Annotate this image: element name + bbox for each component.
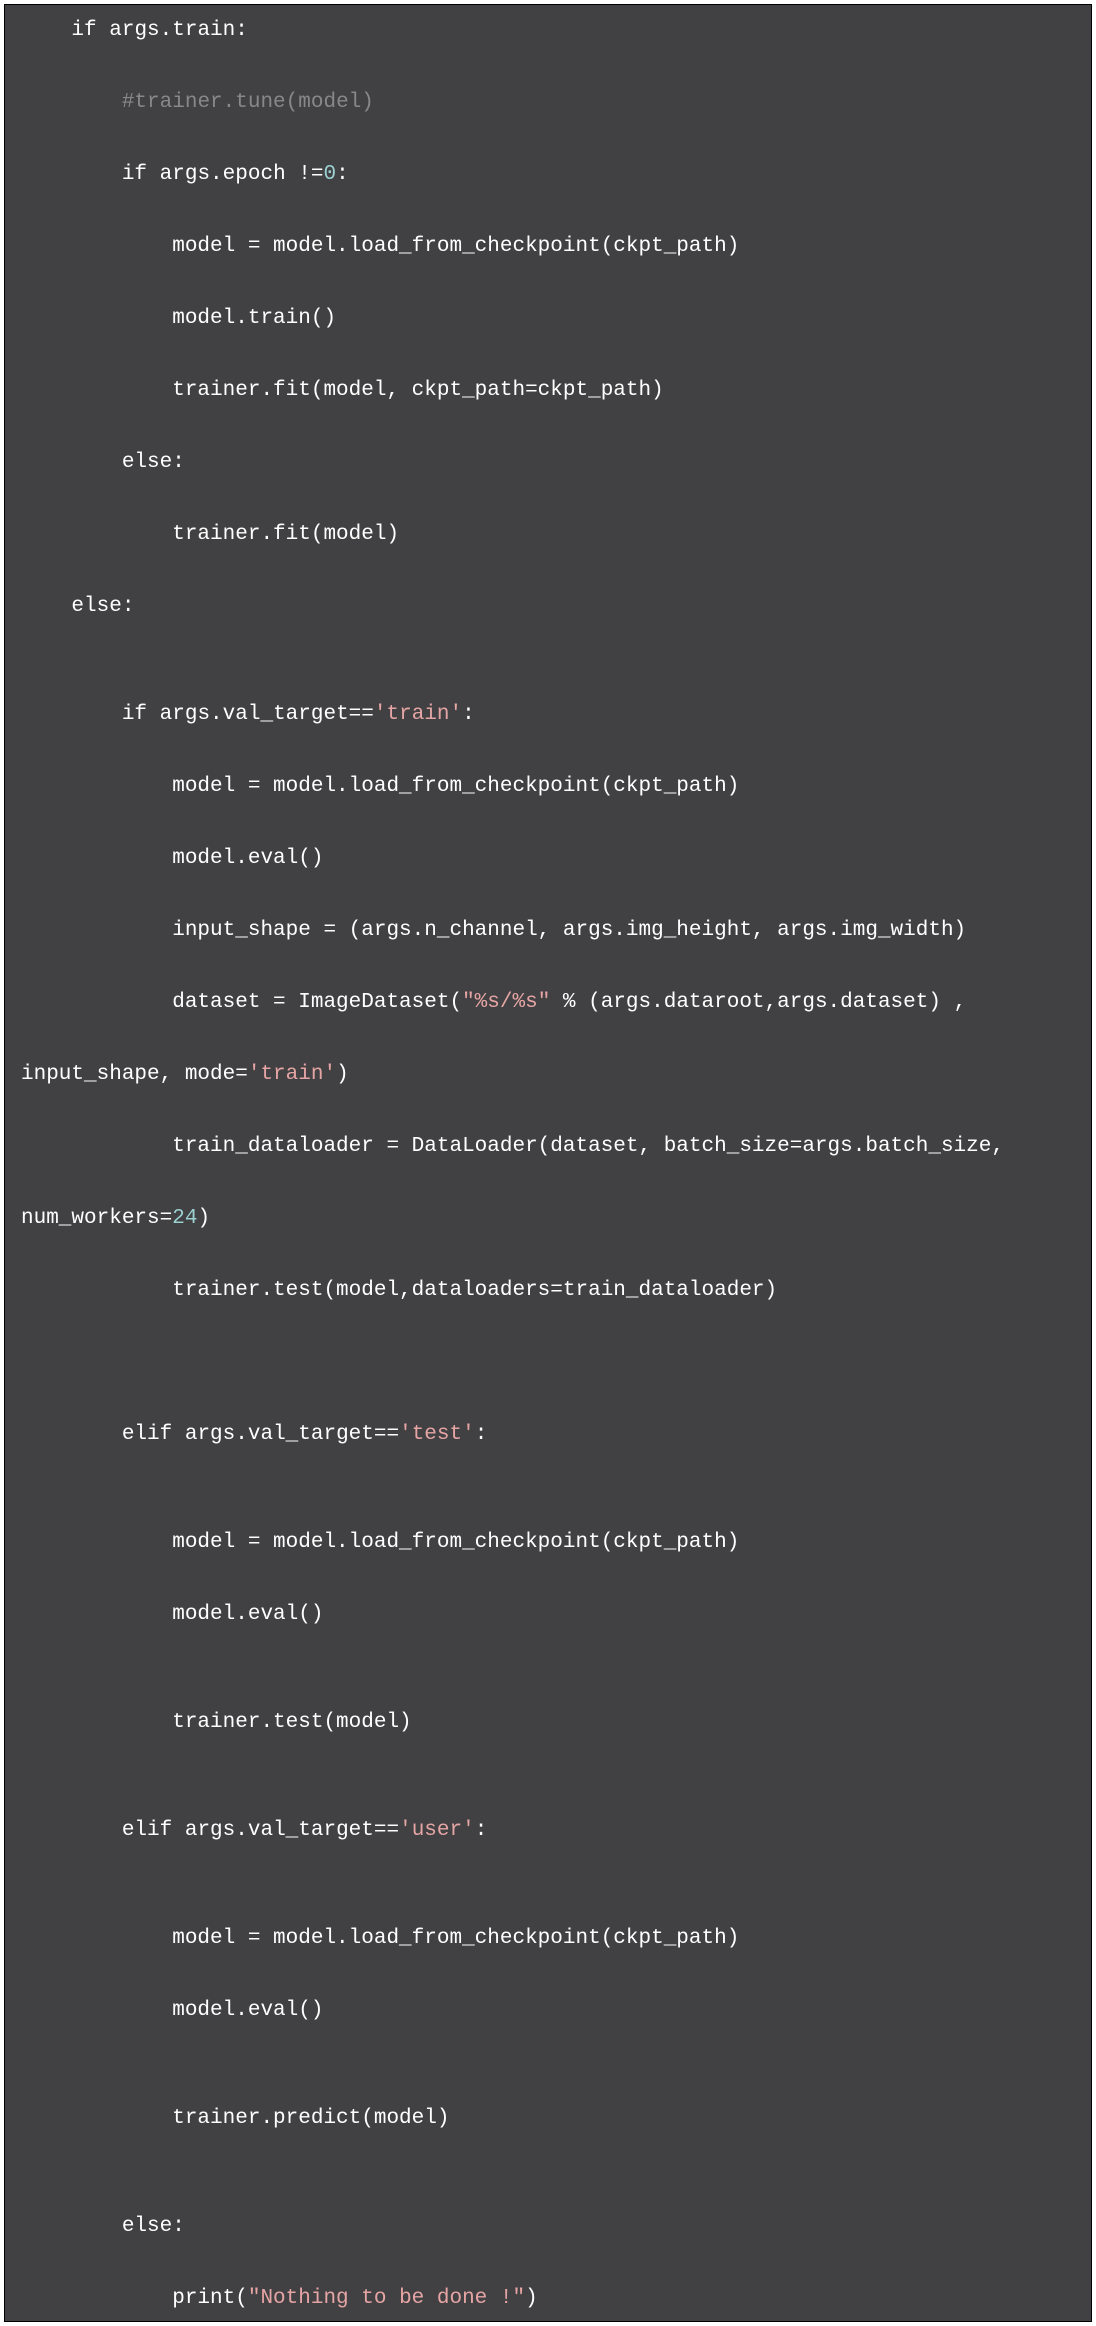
- code-line: print("Nothing to be done !"): [5, 2281, 1091, 2317]
- code-token: if: [122, 703, 147, 726]
- code-line: trainer.fit(model, ckpt_path=ckpt_path): [5, 373, 1091, 409]
- code-line: trainer.fit(model): [5, 517, 1091, 553]
- code-token: else: [122, 451, 172, 474]
- code-token: [21, 2215, 122, 2238]
- code-line: input_shape, mode='train'): [5, 1057, 1091, 1093]
- code-line: train_dataloader = DataLoader(dataset, b…: [5, 1129, 1091, 1165]
- code-token: input_shape, mode=: [21, 1063, 248, 1086]
- code-token: trainer.fit(model, ckpt_path=ckpt_path): [21, 379, 664, 402]
- code-token: 'test': [399, 1423, 475, 1446]
- code-token: :: [462, 703, 475, 726]
- code-token: :: [336, 163, 349, 186]
- code-token: model.eval(): [21, 847, 323, 870]
- code-token: ): [336, 1063, 349, 1086]
- code-line: model.eval(): [5, 841, 1091, 877]
- code-token: [21, 595, 71, 618]
- code-token: trainer.predict(model): [21, 2107, 449, 2130]
- code-line: trainer.test(model,dataloaders=train_dat…: [5, 1273, 1091, 1309]
- code-token: model.train(): [21, 307, 336, 330]
- code-token: :: [172, 2215, 185, 2238]
- code-token: 'train': [248, 1063, 336, 1086]
- code-token: trainer.test(model): [21, 1711, 412, 1734]
- code-line: model.eval(): [5, 1993, 1091, 2029]
- code-line: if args.epoch !=0:: [5, 157, 1091, 193]
- code-line: model = model.load_from_checkpoint(ckpt_…: [5, 1525, 1091, 1561]
- code-line: else:: [5, 589, 1091, 625]
- code-token: num_workers=: [21, 1207, 172, 1230]
- code-line: model = model.load_from_checkpoint(ckpt_…: [5, 229, 1091, 265]
- code-token: model = model.load_from_checkpoint(ckpt_…: [21, 1927, 739, 1950]
- code-token: :: [475, 1423, 488, 1446]
- code-token: model = model.load_from_checkpoint(ckpt_…: [21, 235, 739, 258]
- code-token: "%s/%s": [462, 991, 550, 1014]
- code-line: model = model.load_from_checkpoint(ckpt_…: [5, 1921, 1091, 1957]
- code-token: elif: [122, 1819, 172, 1842]
- code-line: dataset = ImageDataset("%s/%s" % (args.d…: [5, 985, 1091, 1021]
- code-token: [21, 1423, 122, 1446]
- code-line: model.train(): [5, 301, 1091, 337]
- code-line: trainer.predict(model): [5, 2101, 1091, 2137]
- code-token: [21, 91, 122, 114]
- code-token: "Nothing to be done !": [248, 2287, 525, 2310]
- code-line: model = model.load_from_checkpoint(ckpt_…: [5, 769, 1091, 805]
- code-token: [21, 19, 71, 42]
- code-token: % (args.dataroot,args.dataset) ,: [550, 991, 978, 1014]
- code-token: train_dataloader = DataLoader(dataset, b…: [21, 1135, 1017, 1158]
- code-line: elif args.val_target=='user':: [5, 1813, 1091, 1849]
- code-block: if args.train: #trainer.tune(model) if a…: [4, 4, 1092, 2322]
- code-token: #trainer.tune(model): [122, 91, 374, 114]
- code-token: else: [71, 595, 121, 618]
- code-line: if args.val_target=='train':: [5, 697, 1091, 733]
- code-token: input_shape = (args.n_channel, args.img_…: [21, 919, 966, 942]
- code-token: [21, 703, 122, 726]
- code-token: [21, 1819, 122, 1842]
- code-token: :: [172, 451, 185, 474]
- code-token: args.epoch !=: [147, 163, 323, 186]
- code-token: else: [122, 2215, 172, 2238]
- code-token: 24: [172, 1207, 197, 1230]
- code-token: [21, 163, 122, 186]
- code-token: [21, 451, 122, 474]
- code-token: model = model.load_from_checkpoint(ckpt_…: [21, 775, 739, 798]
- code-token: ): [525, 2287, 538, 2310]
- code-line: else:: [5, 2209, 1091, 2245]
- code-token: args.val_target==: [172, 1819, 399, 1842]
- code-token: print(: [21, 2287, 248, 2310]
- code-token: elif: [122, 1423, 172, 1446]
- code-line: input_shape = (args.n_channel, args.img_…: [5, 913, 1091, 949]
- code-line: model.eval(): [5, 1597, 1091, 1633]
- code-token: args.train:: [97, 19, 248, 42]
- code-token: dataset = ImageDataset(: [21, 991, 462, 1014]
- code-token: 'user': [399, 1819, 475, 1842]
- code-line: else:: [5, 445, 1091, 481]
- code-line: #trainer.tune(model): [5, 85, 1091, 121]
- code-line: elif args.val_target=='test':: [5, 1417, 1091, 1453]
- code-token: if: [122, 163, 147, 186]
- code-token: ): [197, 1207, 210, 1230]
- code-token: trainer.test(model,dataloaders=train_dat…: [21, 1279, 777, 1302]
- code-token: args.val_target==: [172, 1423, 399, 1446]
- code-line: if args.train:: [5, 13, 1091, 49]
- code-token: 'train': [374, 703, 462, 726]
- code-token: :: [475, 1819, 488, 1842]
- code-token: model.eval(): [21, 1603, 323, 1626]
- code-token: trainer.fit(model): [21, 523, 399, 546]
- code-token: args.val_target==: [147, 703, 374, 726]
- code-token: model = model.load_from_checkpoint(ckpt_…: [21, 1531, 739, 1554]
- code-line: trainer.test(model): [5, 1705, 1091, 1741]
- code-token: 0: [323, 163, 336, 186]
- code-token: if: [71, 19, 96, 42]
- code-token: :: [122, 595, 135, 618]
- code-line: num_workers=24): [5, 1201, 1091, 1237]
- code-token: model.eval(): [21, 1999, 323, 2022]
